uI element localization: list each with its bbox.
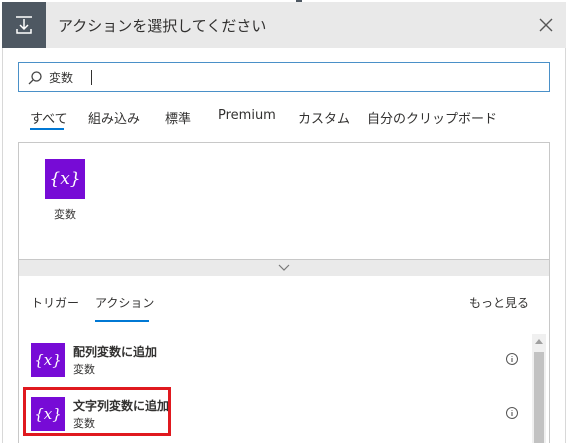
header-icon-box	[2, 2, 46, 48]
dialog-title: アクションを選択してください	[58, 17, 267, 35]
text-caret	[91, 70, 92, 85]
tab-actions[interactable]: アクション	[95, 294, 154, 311]
active-subtab-indicator	[95, 320, 149, 322]
scrollbar-thumb[interactable]	[534, 352, 544, 443]
chevron-down-icon	[278, 264, 290, 271]
info-icon[interactable]	[505, 406, 519, 420]
selection-highlight	[23, 387, 171, 436]
tab-custom[interactable]: カスタム	[298, 108, 350, 127]
variable-icon: {x}	[31, 343, 65, 377]
scroll-up-arrow-icon[interactable]	[535, 338, 543, 344]
connector-results: {x} 変数	[18, 142, 550, 260]
tab-builtin[interactable]: 組み込み	[88, 108, 140, 127]
connector-variables[interactable]: {x} 変数	[43, 159, 87, 222]
tab-standard[interactable]: 標準	[165, 108, 191, 127]
action-append-to-array-variable[interactable]: {x} 配列変数に追加 変数	[27, 340, 519, 384]
scrollbar[interactable]	[532, 334, 546, 443]
action-subtitle: 変数	[73, 363, 95, 376]
action-title: 配列変数に追加	[73, 345, 158, 359]
dialog-header: アクションを選択してください	[2, 2, 566, 48]
search-input[interactable]	[49, 67, 529, 87]
tab-my-clipboard[interactable]: 自分のクリップボード	[367, 108, 497, 127]
tab-all[interactable]: すべて	[30, 108, 68, 127]
variable-icon: {x}	[45, 159, 85, 199]
download-tray-icon	[16, 16, 32, 34]
search-icon	[28, 71, 42, 85]
tab-premium[interactable]: Premium	[218, 108, 276, 123]
see-more-link[interactable]: もっと見る	[469, 294, 529, 311]
collapse-bar[interactable]	[18, 260, 550, 276]
tab-triggers[interactable]: トリガー	[31, 294, 79, 311]
close-icon[interactable]	[536, 15, 556, 35]
search-box[interactable]	[18, 62, 550, 92]
info-icon[interactable]	[505, 352, 519, 366]
active-tab-indicator	[30, 128, 64, 130]
connector-label: 変数	[54, 208, 76, 221]
